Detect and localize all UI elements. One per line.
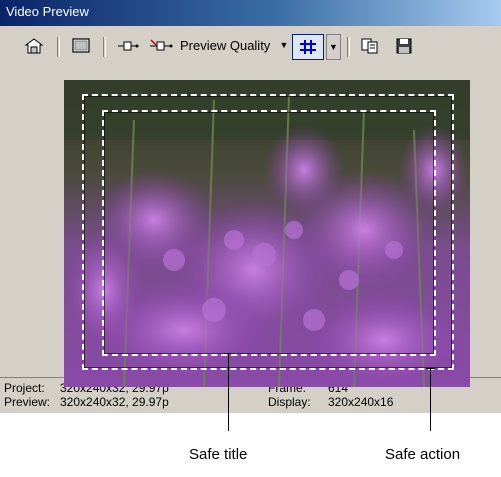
- safe-title-callout-tick: [224, 353, 233, 354]
- display-value: 320x240x16: [328, 395, 394, 409]
- preview-quality-label[interactable]: Preview Quality: [180, 38, 270, 53]
- safe-action-callout-line: [430, 368, 431, 431]
- overlays-icon: [300, 40, 316, 54]
- project-label: Project:: [4, 381, 45, 395]
- copy-snapshot-button[interactable]: [358, 35, 382, 57]
- copy-frame-button[interactable]: [116, 35, 140, 57]
- properties-icon: [24, 38, 44, 54]
- toolbar-separator: [103, 37, 106, 57]
- safe-title-callout-line: [228, 353, 229, 431]
- save-snapshot-icon: [396, 38, 412, 54]
- split-screen-icon: [150, 39, 173, 51]
- display-label: Display:: [268, 395, 311, 409]
- save-snapshot-button[interactable]: [392, 35, 416, 57]
- dropdown-arrow-icon: ▼: [329, 42, 338, 52]
- split-screen-button[interactable]: [148, 35, 174, 57]
- safe-title-label: Safe title: [189, 446, 248, 463]
- copy-frame-icon: [118, 41, 139, 51]
- safe-action-label: Safe action: [385, 446, 461, 463]
- preview-label: Preview:: [4, 395, 51, 409]
- external-monitor-icon: [72, 38, 90, 53]
- preview-quality-dropdown-icon[interactable]: ▼: [279, 39, 289, 51]
- overlays-button[interactable]: [292, 34, 324, 60]
- safe-action-callout-tick: [426, 368, 435, 369]
- title-bar[interactable]: Video Preview: [0, 0, 501, 26]
- properties-button[interactable]: [22, 35, 46, 57]
- external-monitor-button[interactable]: [69, 35, 93, 57]
- safe-title-overlay: [102, 110, 436, 356]
- toolbar-separator: [57, 37, 60, 57]
- window-title: Video Preview: [6, 4, 89, 19]
- preview-value: 320x240x32, 29.97p: [60, 395, 169, 409]
- overlays-dropdown-button[interactable]: ▼: [326, 34, 341, 60]
- copy-snapshot-icon: [361, 38, 378, 54]
- toolbar-separator: [347, 37, 350, 57]
